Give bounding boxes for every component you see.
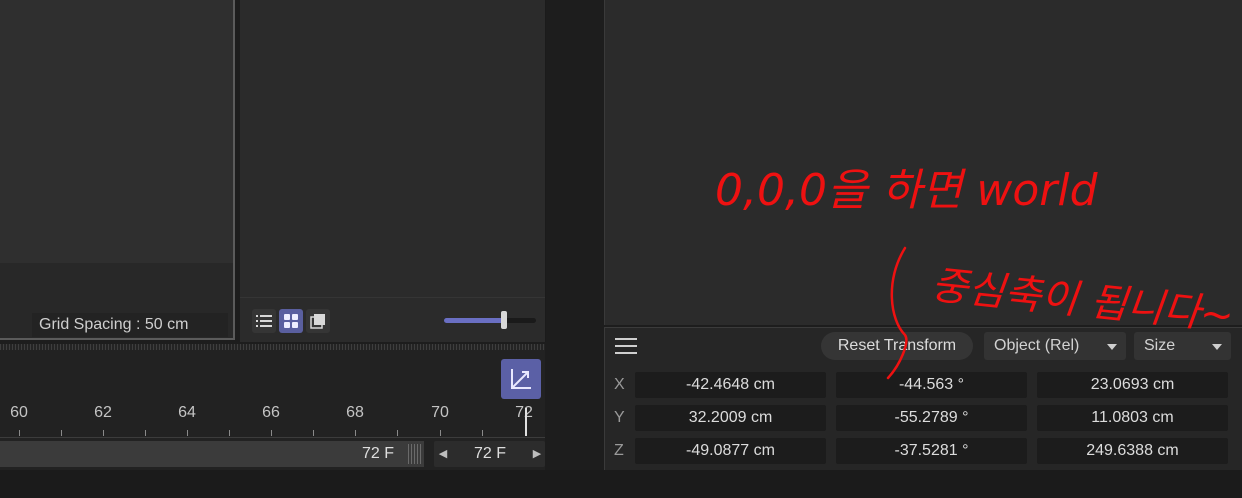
chevron-down-icon [1212,344,1222,350]
rotation-y-field[interactable]: -55.2789 ° [836,405,1027,431]
range-grip[interactable] [408,444,422,464]
coordinate-mode-dropdown[interactable]: Object (Rel) [984,332,1126,360]
tick-label: 68 [346,404,364,421]
position-y-field[interactable]: 32.2009 cm [635,405,826,431]
status-bar [0,470,1242,498]
single-view-button[interactable] [306,309,330,333]
asset-browser-panel [240,0,546,342]
tick-label: 60 [10,404,28,421]
axis-label-x: X [614,376,625,393]
end-frame-label: 72 F [362,445,395,462]
step-left-icon[interactable]: ◀ [436,441,450,467]
position-z-field[interactable]: -49.0877 cm [635,438,826,464]
reset-transform-button[interactable]: Reset Transform [821,332,973,360]
grid-view-button[interactable] [279,309,303,333]
tick-label: 72 [515,404,533,421]
playhead[interactable] [525,408,527,436]
axis-label-z: Z [614,442,624,459]
position-x-field[interactable]: -42.4648 cm [635,372,826,398]
current-frame-value[interactable]: 72 F [458,441,522,467]
axis-label-y: Y [614,409,625,426]
tick-label: 62 [94,404,112,421]
tick-label: 64 [178,404,196,421]
size-y-field[interactable]: 11.0803 cm [1037,405,1228,431]
tick-label: 66 [262,404,280,421]
ruler-baseline [0,437,545,438]
list-view-button[interactable] [252,309,276,333]
rotation-x-field[interactable]: -44.563 ° [836,372,1027,398]
size-z-field[interactable]: 249.6388 cm [1037,438,1228,464]
dropdown-value: Object (Rel) [994,337,1080,354]
chevron-down-icon [1107,344,1117,350]
hamburger-menu-icon[interactable] [615,337,637,355]
tick-label: 70 [431,404,449,421]
axis-curve-icon [511,369,531,389]
step-right-icon[interactable]: ▶ [530,441,544,467]
fcurve-mode-button[interactable] [501,359,541,399]
list-icon [256,315,272,327]
grid-icon [284,314,298,328]
pages-icon [310,314,325,329]
size-x-field[interactable]: 23.0693 cm [1037,372,1228,398]
slider-fill [444,318,504,323]
attributes-panel [604,0,1242,325]
slider-handle[interactable] [501,311,507,329]
dropdown-value: Size [1144,337,1176,354]
frame-range-bar[interactable] [0,441,424,467]
size-mode-dropdown[interactable]: Size [1134,332,1231,360]
grid-spacing-label: Grid Spacing : 50 cm [32,313,228,337]
divider [240,297,545,298]
rotation-z-field[interactable]: -37.5281 ° [836,438,1027,464]
